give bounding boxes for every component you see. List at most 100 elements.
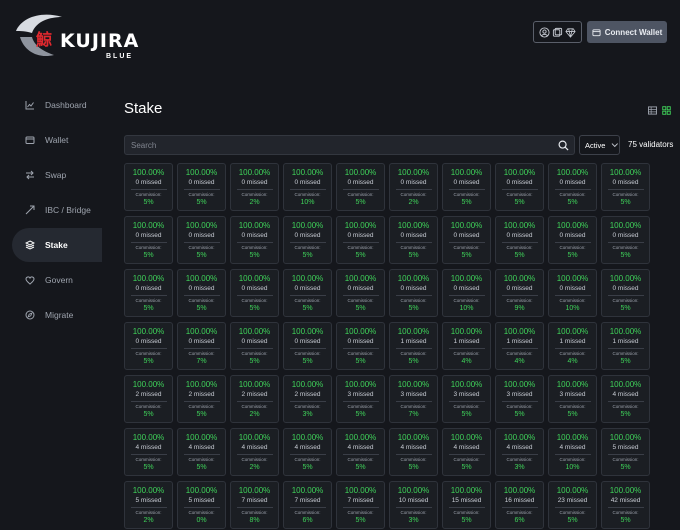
validator-card[interactable]: 100.00% 0 missed Commission: 5% xyxy=(124,322,173,370)
validator-card[interactable]: 100.00% 1 missed Commission: 4% xyxy=(548,322,597,370)
search-field[interactable] xyxy=(124,135,575,155)
validator-card[interactable]: 100.00% 0 missed Commission: 5% xyxy=(548,216,597,264)
validator-missed-blocks: 0 missed xyxy=(188,285,215,292)
validator-card[interactable]: 100.00% 15 missed Commission: 5% xyxy=(442,481,491,529)
validator-card[interactable]: 100.00% 4 missed Commission: 5% xyxy=(283,428,332,476)
sidebar-item-stake[interactable]: Stake xyxy=(12,228,102,262)
header-icon-group[interactable] xyxy=(533,21,582,43)
validator-card[interactable]: 100.00% 2 missed Commission: 3% xyxy=(283,375,332,423)
list-view-icon[interactable] xyxy=(648,106,657,115)
validator-card[interactable]: 100.00% 0 missed Commission: 10% xyxy=(442,269,491,317)
validator-card[interactable]: 100.00% 0 missed Commission: 5% xyxy=(336,269,385,317)
validator-card[interactable]: 100.00% 1 missed Commission: 4% xyxy=(495,322,544,370)
sidebar-item-migrate[interactable]: Migrate xyxy=(12,298,102,332)
validator-uptime: 100.00% xyxy=(238,274,271,283)
validator-commission: 5% xyxy=(567,199,578,206)
validator-card[interactable]: 100.00% 2 missed Commission: 2% xyxy=(230,375,279,423)
validator-card[interactable]: 100.00% 0 missed Commission: 5% xyxy=(124,216,173,264)
sidebar-item-ibc-bridge[interactable]: IBC / Bridge xyxy=(12,193,102,227)
validator-card[interactable]: 100.00% 0 missed Commission: 5% xyxy=(495,216,544,264)
validator-card[interactable]: 100.00% 4 missed Commission: 5% xyxy=(124,428,173,476)
validator-card[interactable]: 100.00% 0 missed Commission: 5% xyxy=(124,269,173,317)
validator-card[interactable]: 100.00% 2 missed Commission: 5% xyxy=(177,375,226,423)
validator-card[interactable]: 100.00% 5 missed Commission: 2% xyxy=(124,481,173,529)
validator-card[interactable]: 100.00% 0 missed Commission: 5% xyxy=(389,216,438,264)
validator-card[interactable]: 100.00% 0 missed Commission: 5% xyxy=(230,216,279,264)
validator-card[interactable]: 100.00% 0 missed Commission: 5% xyxy=(601,269,650,317)
validator-card[interactable]: 100.00% 0 missed Commission: 5% xyxy=(495,163,544,211)
user-icon[interactable] xyxy=(539,26,550,38)
validator-card[interactable]: 100.00% 5 missed Commission: 0% xyxy=(177,481,226,529)
validator-card[interactable]: 100.00% 0 missed Commission: 5% xyxy=(601,163,650,211)
validator-uptime: 100.00% xyxy=(450,433,483,442)
validator-card[interactable]: 100.00% 3 missed Commission: 5% xyxy=(442,375,491,423)
sidebar-item-govern[interactable]: Govern xyxy=(12,263,102,297)
validator-card[interactable]: 100.00% 2 missed Commission: 5% xyxy=(124,375,173,423)
validator-card[interactable]: 100.00% 23 missed Commission: 5% xyxy=(548,481,597,529)
validator-card[interactable]: 100.00% 0 missed Commission: 5% xyxy=(177,216,226,264)
validator-card[interactable]: 100.00% 1 missed Commission: 5% xyxy=(389,322,438,370)
validator-card[interactable]: 100.00% 4 missed Commission: 3% xyxy=(495,428,544,476)
validator-card[interactable]: 100.00% 4 missed Commission: 5% xyxy=(177,428,226,476)
validator-card[interactable]: 100.00% 7 missed Commission: 8% xyxy=(230,481,279,529)
validator-card[interactable]: 100.00% 0 missed Commission: 5% xyxy=(124,163,173,211)
validator-card[interactable]: 100.00% 0 missed Commission: 2% xyxy=(389,163,438,211)
validator-card[interactable]: 100.00% 4 missed Commission: 5% xyxy=(336,428,385,476)
status-filter-select[interactable]: Active xyxy=(579,135,620,155)
validator-card[interactable]: 100.00% 4 missed Commission: 5% xyxy=(442,428,491,476)
validator-card[interactable]: 100.00% 4 missed Commission: 2% xyxy=(230,428,279,476)
search-icon[interactable] xyxy=(558,140,569,151)
search-input[interactable] xyxy=(131,139,551,152)
validator-card[interactable]: 100.00% 0 missed Commission: 5% xyxy=(283,216,332,264)
validator-card[interactable]: 100.00% 7 missed Commission: 5% xyxy=(336,481,385,529)
validator-card[interactable]: 100.00% 4 missed Commission: 10% xyxy=(548,428,597,476)
validator-card[interactable]: 100.00% 0 missed Commission: 5% xyxy=(336,322,385,370)
validator-card[interactable]: 100.00% 0 missed Commission: 10% xyxy=(548,269,597,317)
validator-card[interactable]: 100.00% 42 missed Commission: 5% xyxy=(601,481,650,529)
card-divider xyxy=(607,189,644,190)
validator-card[interactable]: 100.00% 0 missed Commission: 5% xyxy=(230,269,279,317)
validator-card[interactable]: 100.00% 1 missed Commission: 4% xyxy=(442,322,491,370)
grid-view-icon[interactable] xyxy=(662,106,671,115)
copy-icon[interactable] xyxy=(552,27,563,38)
sidebar-item-dashboard[interactable]: Dashboard xyxy=(12,88,102,122)
card-divider xyxy=(448,242,485,243)
validator-card[interactable]: 100.00% 0 missed Commission: 5% xyxy=(177,269,226,317)
validator-card[interactable]: 100.00% 0 missed Commission: 5% xyxy=(336,216,385,264)
sidebar-item-swap[interactable]: Swap xyxy=(12,158,102,192)
validator-card[interactable]: 100.00% 0 missed Commission: 5% xyxy=(548,163,597,211)
validator-card[interactable]: 100.00% 0 missed Commission: 5% xyxy=(442,216,491,264)
validator-card[interactable]: 100.00% 4 missed Commission: 5% xyxy=(601,375,650,423)
connect-wallet-button[interactable]: Connect Wallet xyxy=(587,21,667,43)
validator-card[interactable]: 100.00% 0 missed Commission: 5% xyxy=(283,269,332,317)
validator-uptime: 100.00% xyxy=(238,168,271,177)
validator-card[interactable]: 100.00% 0 missed Commission: 5% xyxy=(442,163,491,211)
validator-card[interactable]: 100.00% 0 missed Commission: 2% xyxy=(230,163,279,211)
validator-card[interactable]: 100.00% 1 missed Commission: 5% xyxy=(601,322,650,370)
validator-card[interactable]: 100.00% 0 missed Commission: 10% xyxy=(283,163,332,211)
validator-card[interactable]: 100.00% 3 missed Commission: 7% xyxy=(389,375,438,423)
validator-card[interactable]: 100.00% 0 missed Commission: 5% xyxy=(336,163,385,211)
validator-commission: 5% xyxy=(355,199,366,206)
validator-commission: 5% xyxy=(355,411,366,418)
diamond-icon[interactable] xyxy=(565,27,576,38)
sidebar-item-wallet[interactable]: Wallet xyxy=(12,123,102,157)
validator-card[interactable]: 100.00% 0 missed Commission: 7% xyxy=(177,322,226,370)
validator-card[interactable]: 100.00% 0 missed Commission: 5% xyxy=(283,322,332,370)
validator-card[interactable]: 100.00% 0 missed Commission: 5% xyxy=(389,269,438,317)
validator-card[interactable]: 100.00% 7 missed Commission: 6% xyxy=(283,481,332,529)
kujira-logo[interactable]: 鯨 KUJIRA BLUE xyxy=(14,11,154,61)
connect-wallet-label: Connect Wallet xyxy=(604,27,663,37)
validator-card[interactable]: 100.00% 4 missed Commission: 5% xyxy=(389,428,438,476)
validator-card[interactable]: 100.00% 3 missed Commission: 5% xyxy=(548,375,597,423)
validator-card[interactable]: 100.00% 0 missed Commission: 5% xyxy=(601,216,650,264)
validator-card[interactable]: 100.00% 16 missed Commission: 6% xyxy=(495,481,544,529)
validator-card[interactable]: 100.00% 3 missed Commission: 5% xyxy=(495,375,544,423)
validator-card[interactable]: 100.00% 10 missed Commission: 3% xyxy=(389,481,438,529)
validator-card[interactable]: 100.00% 0 missed Commission: 5% xyxy=(230,322,279,370)
validator-card[interactable]: 100.00% 3 missed Commission: 5% xyxy=(336,375,385,423)
validator-card[interactable]: 100.00% 5 missed Commission: 5% xyxy=(601,428,650,476)
validator-card[interactable]: 100.00% 0 missed Commission: 9% xyxy=(495,269,544,317)
validator-commission: 5% xyxy=(620,305,631,312)
validator-card[interactable]: 100.00% 0 missed Commission: 5% xyxy=(177,163,226,211)
